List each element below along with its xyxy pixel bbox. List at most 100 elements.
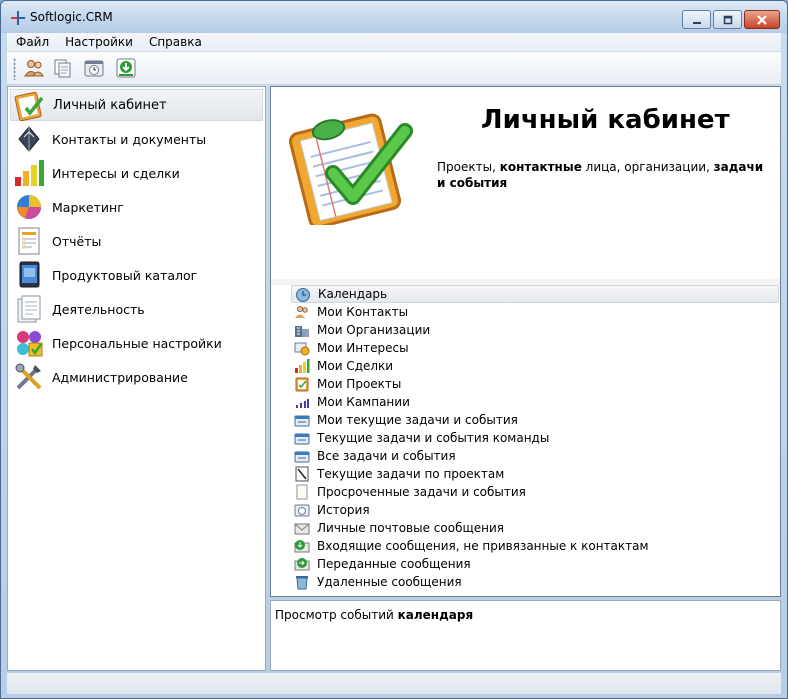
minimize-button[interactable] [682,10,711,29]
team-tasks-icon [294,433,310,445]
list-item[interactable]: Мои Интересы [291,339,779,357]
inbox-icon [294,540,310,553]
sidebar-item-label: Интересы и сделки [52,165,180,181]
list-item-label: Мои Интересы [317,341,409,355]
list-item[interactable]: Мои Контакты [291,303,779,321]
report-icon [18,227,40,255]
list-item[interactable]: Личные почтовые сообщения [291,519,779,537]
app-window: Softlogic.CRM Файл Настройки Справка Лич… [0,0,788,699]
list-item-label: Все задачи и события [317,449,456,463]
menu-bar: Файл Настройки Справка [7,33,781,52]
sidebar-item-label: Администрирование [52,369,188,385]
preview-prefix: Просмотр событий [275,608,398,622]
tasks-icon [294,415,310,427]
history-icon [294,504,310,517]
list-item[interactable]: История [291,501,779,519]
sidebar-item-activity[interactable]: Деятельность [10,293,263,325]
list-item-label: Мои текущие задачи и события [317,413,518,427]
sidebar-item-product-catalog[interactable]: Продуктовый каталог [10,259,263,291]
list-item-label: Личные почтовые сообщения [317,521,505,535]
list-item-label: Текущие задачи и события команды [317,431,550,445]
window-title: Softlogic.CRM [30,10,113,24]
history-icon[interactable] [83,57,105,79]
sidebar-item-personal-settings[interactable]: Персональные настройки [10,327,263,359]
close-button[interactable] [744,10,780,29]
all-tasks-icon [294,451,310,463]
app-logo-icon [11,11,25,25]
deleted-icon [296,576,308,590]
list-item[interactable]: Мои Сделки [291,357,779,375]
list-item-label: Просроченные задачи и события [317,485,526,499]
list-item[interactable]: Мои Кампании [291,393,779,411]
list-item[interactable]: Календарь [291,285,779,303]
deals-icon [295,359,310,373]
sidebar-item-reports[interactable]: Отчёты [10,225,263,257]
sidebar-item-contacts-documents[interactable]: Контакты и документы [10,123,263,155]
toolbar [7,52,781,85]
close-icon [757,14,767,25]
overdue-icon [296,484,308,500]
sidebar-item-marketing[interactable]: Маркетинг [10,191,263,223]
list-item[interactable]: Мои текущие задачи и события [291,411,779,429]
organizations-icon [295,326,309,337]
mail-icon [294,523,310,535]
forwarded-icon [294,558,310,571]
preview-panel: Просмотр событий календаря [270,600,781,671]
tools-icon [15,363,42,390]
sidebar-item-label: Личный кабинет [53,97,167,113]
sidebar-item-label: Деятельность [52,301,145,317]
list-item-label: Мои Кампании [317,395,410,409]
list-item-label: Входящие сообщения, не привязанные к кон… [317,539,649,553]
clipboard-check-icon [14,91,44,122]
list-item[interactable]: Все задачи и события [291,447,779,465]
list-item[interactable]: Переданные сообщения [291,555,779,573]
list-item[interactable]: Текущие задачи и события команды [291,429,779,447]
contacts-icon[interactable] [23,57,45,79]
menu-help[interactable]: Справка [149,35,202,49]
projects-icon [295,377,309,392]
list-item[interactable]: Просроченные задачи и события [291,483,779,501]
personal-settings-icon [17,331,43,357]
maximize-button[interactable] [713,10,742,29]
list-item-label: Мои Проекты [317,377,402,391]
list-item-label: Переданные сообщения [317,557,471,571]
menu-settings[interactable]: Настройки [65,35,133,49]
list-item-label: Мои Организации [317,323,431,337]
page-title: Личный кабинет [481,105,730,135]
status-bar [7,673,781,694]
project-tasks-icon [295,466,309,482]
page-description: Проекты, контактные лица, организации, з… [437,159,767,191]
list-item[interactable]: Мои Проекты [291,375,779,393]
clipboard-check-icon [288,113,413,225]
menu-file[interactable]: Файл [16,35,49,49]
list-item-label: Удаленные сообщения [317,575,462,589]
list-item-label: Мои Сделки [317,359,394,373]
toolbar-grip[interactable] [13,58,16,80]
list-item-label: История [317,503,370,517]
list-item[interactable]: Удаленные сообщения [291,573,779,591]
list-item[interactable]: Входящие сообщения, не привязанные к кон… [291,537,779,555]
list-item[interactable]: Текущие задачи по проектам [291,465,779,483]
sidebar-item-personal-cabinet[interactable]: Личный кабинет [10,89,263,122]
desc-part-1: Проекты, [437,160,500,174]
list-item[interactable]: Мои Организации [291,321,779,339]
list-item-label: Календарь [318,287,388,301]
desc-part-2: лица, организации, [581,160,714,174]
minimize-icon [692,21,701,24]
book-icon [18,126,40,152]
contacts-icon [295,306,308,318]
sidebar-item-label: Продуктовый каталог [52,267,198,283]
title-bar[interactable]: Softlogic.CRM [1,1,787,33]
documents-icon[interactable] [52,57,74,79]
campaigns-icon [296,399,309,408]
sidebar-item-label: Контакты и документы [52,131,207,147]
list-item-label: Мои Контакты [317,305,409,319]
catalog-icon [19,261,40,288]
main-panel: Личный кабинет Проекты, контактные лица,… [270,86,781,597]
preview-bold: календаря [397,608,474,622]
download-icon[interactable] [115,57,137,79]
desc-bold-1: контактные [499,160,582,174]
pie-chart-icon [17,195,41,219]
sidebar-item-interests-deals[interactable]: Интересы и сделки [10,157,263,189]
sidebar-item-administration[interactable]: Администрирование [10,361,263,393]
